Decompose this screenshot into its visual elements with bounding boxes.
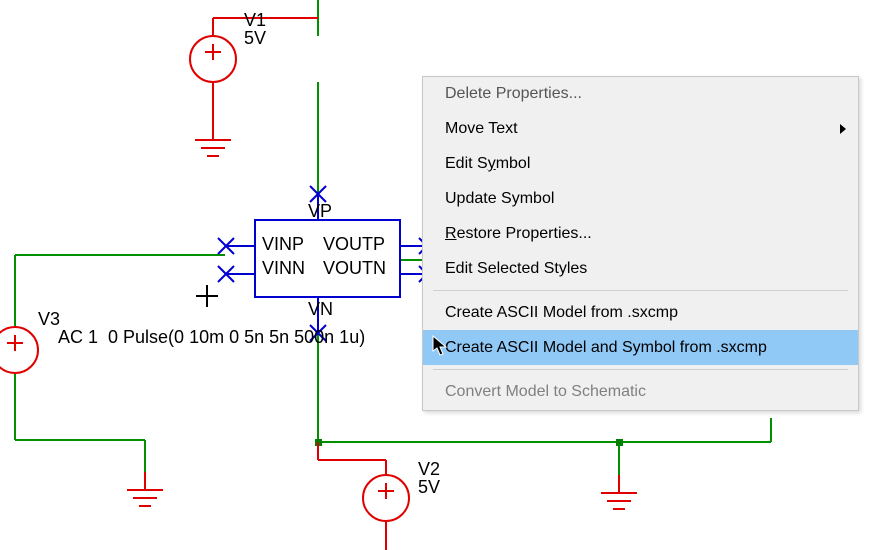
menu-edit-symbol[interactable]: Edit Symbol	[423, 146, 858, 181]
block-pin-voutp: VOUTP	[323, 234, 385, 254]
menu-edit-selected-styles[interactable]: Edit Selected Styles	[423, 251, 858, 286]
v3-ref: V3	[38, 309, 60, 329]
component-v2[interactable]	[318, 442, 409, 550]
block-pin-vn: VN	[308, 299, 333, 319]
menu-delete-properties[interactable]: Delete Properties...	[423, 76, 858, 111]
menu-restore-properties[interactable]: Restore Properties...	[423, 216, 858, 251]
menu-separator	[433, 290, 848, 291]
component-v3[interactable]	[0, 327, 38, 373]
ground-v1	[195, 118, 231, 156]
context-menu: Delete Properties... Move Text Edit Symb…	[422, 76, 859, 411]
ground-v3	[127, 472, 163, 506]
menu-move-text[interactable]: Move Text	[423, 111, 858, 146]
submenu-arrow-icon	[840, 124, 846, 134]
v1-ref: V1	[244, 10, 266, 30]
menu-convert-model-to-schematic: Convert Model to Schematic	[423, 374, 858, 409]
menu-create-ascii-model-symbol[interactable]: Create ASCII Model and Symbol from .sxcm…	[423, 330, 858, 365]
block-pin-vinn: VINN	[262, 258, 305, 278]
menu-update-symbol[interactable]: Update Symbol	[423, 181, 858, 216]
block-pin-voutn: VOUTN	[323, 258, 386, 278]
block-pin-vinp: VINP	[262, 234, 304, 254]
v2-ref: V2	[418, 459, 440, 479]
v1-value: 5V	[244, 28, 266, 48]
v3-params: AC 1 0 Pulse(0 10m 0 5n 5n 500n 1u)	[58, 327, 365, 347]
ground-right	[601, 475, 637, 509]
block-pin-vp: VP	[308, 201, 332, 221]
menu-separator	[433, 369, 848, 370]
v2-value: 5V	[418, 477, 440, 497]
menu-create-ascii-model[interactable]: Create ASCII Model from .sxcmp	[423, 295, 858, 330]
